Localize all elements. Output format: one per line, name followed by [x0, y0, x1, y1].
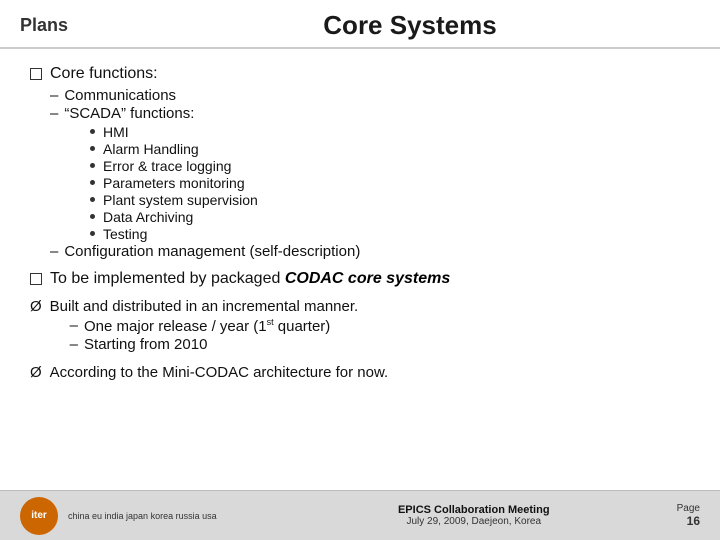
hmi-text: HMI	[103, 124, 129, 140]
page-number-area: Page 16	[677, 503, 700, 528]
dash-icon-3: –	[50, 243, 58, 260]
scada-bullet-list: HMI Alarm Handling Error & trace logging…	[90, 124, 690, 242]
sub-item-communications: – Communications	[50, 87, 690, 104]
mini-codac-label: According to the Mini-CODAC architecture…	[50, 364, 388, 381]
bullet-data: Data Archiving	[90, 209, 690, 225]
core-functions-label: Core functions:	[50, 65, 158, 83]
countries-text: china eu india japan korea russia usa	[68, 511, 271, 521]
page-header: Plans Core Systems	[0, 0, 720, 49]
starting-text: Starting from 2010	[84, 336, 207, 353]
dot-icon-2	[90, 146, 95, 151]
omega-icon: Ø	[30, 298, 42, 315]
section-mini-codac: Ø According to the Mini-CODAC architectu…	[30, 364, 690, 381]
sub-item-scada: – “SCADA” functions:	[50, 105, 690, 122]
bullet-error: Error & trace logging	[90, 158, 690, 174]
dash-icon-5: –	[70, 336, 78, 353]
dot-icon-3	[90, 163, 95, 168]
built-content: Built and distributed in an incremental …	[50, 298, 359, 354]
square-bullet-icon-2	[30, 273, 42, 285]
iter-logo: iter	[20, 497, 58, 535]
alarm-text: Alarm Handling	[103, 141, 199, 157]
sub-item-starting: – Starting from 2010	[70, 336, 359, 353]
built-label: Built and distributed in an incremental …	[50, 298, 359, 315]
dash-icon: –	[50, 87, 58, 104]
codac-prefix: To be implemented by packaged	[50, 270, 285, 287]
plant-text: Plant system supervision	[103, 192, 258, 208]
page-title: Core Systems	[120, 10, 700, 41]
footer-center: EPICS Collaboration Meeting July 29, 200…	[271, 504, 677, 527]
omega-item-built: Ø Built and distributed in an incrementa…	[30, 298, 690, 354]
logo-text: iter	[31, 510, 47, 521]
section-core-functions: Core functions: – Communications – “SCAD…	[30, 65, 690, 260]
built-sub-list: – One major release / year (1st quarter)…	[70, 317, 359, 353]
bullet-hmi: HMI	[90, 124, 690, 140]
dot-icon-7	[90, 231, 95, 236]
testing-text: Testing	[103, 226, 147, 242]
codac-name: CODAC core systems	[285, 270, 450, 287]
conference-label: EPICS Collaboration Meeting	[271, 504, 677, 516]
bullet-alarm: Alarm Handling	[90, 141, 690, 157]
major-release-text: One major release / year (1st quarter)	[84, 317, 330, 335]
sub-item-config: – Configuration management (self-descrip…	[50, 243, 690, 260]
square-bullet-icon	[30, 68, 42, 80]
bullet-params: Parameters monitoring	[90, 175, 690, 191]
dot-icon-6	[90, 214, 95, 219]
dash-icon-2: –	[50, 105, 58, 122]
bullet-testing: Testing	[90, 226, 690, 242]
params-text: Parameters monitoring	[103, 175, 245, 191]
omega-icon-2: Ø	[30, 364, 42, 381]
communications-text: Communications	[64, 87, 176, 104]
section-codac: To be implemented by packaged CODAC core…	[30, 270, 690, 288]
codac-label: To be implemented by packaged CODAC core…	[50, 270, 450, 288]
dot-icon	[90, 129, 95, 134]
config-text: Configuration management (self-descripti…	[64, 243, 360, 260]
section-built: Ø Built and distributed in an incrementa…	[30, 298, 690, 354]
error-text: Error & trace logging	[103, 158, 231, 174]
dot-icon-5	[90, 197, 95, 202]
page-footer: iter china eu india japan korea russia u…	[0, 490, 720, 540]
data-text: Data Archiving	[103, 209, 193, 225]
scada-text: “SCADA” functions:	[64, 105, 194, 122]
dot-icon-4	[90, 180, 95, 185]
section-header-codac: To be implemented by packaged CODAC core…	[30, 270, 690, 288]
section-label-plans: Plans	[20, 15, 120, 36]
sub-item-major-release: – One major release / year (1st quarter)	[70, 317, 359, 335]
section-header-core: Core functions:	[30, 65, 690, 83]
core-sub-list: – Communications – “SCADA” functions: HM…	[50, 87, 690, 260]
omega-item-mini: Ø According to the Mini-CODAC architectu…	[30, 364, 690, 381]
bullet-plant: Plant system supervision	[90, 192, 690, 208]
dash-icon-4: –	[70, 317, 78, 334]
location-label: July 29, 2009, Daejeon, Korea	[271, 516, 677, 527]
page-number: 16	[687, 514, 700, 528]
page-label: Page	[677, 503, 700, 514]
main-content: Core functions: – Communications – “SCAD…	[0, 49, 720, 397]
